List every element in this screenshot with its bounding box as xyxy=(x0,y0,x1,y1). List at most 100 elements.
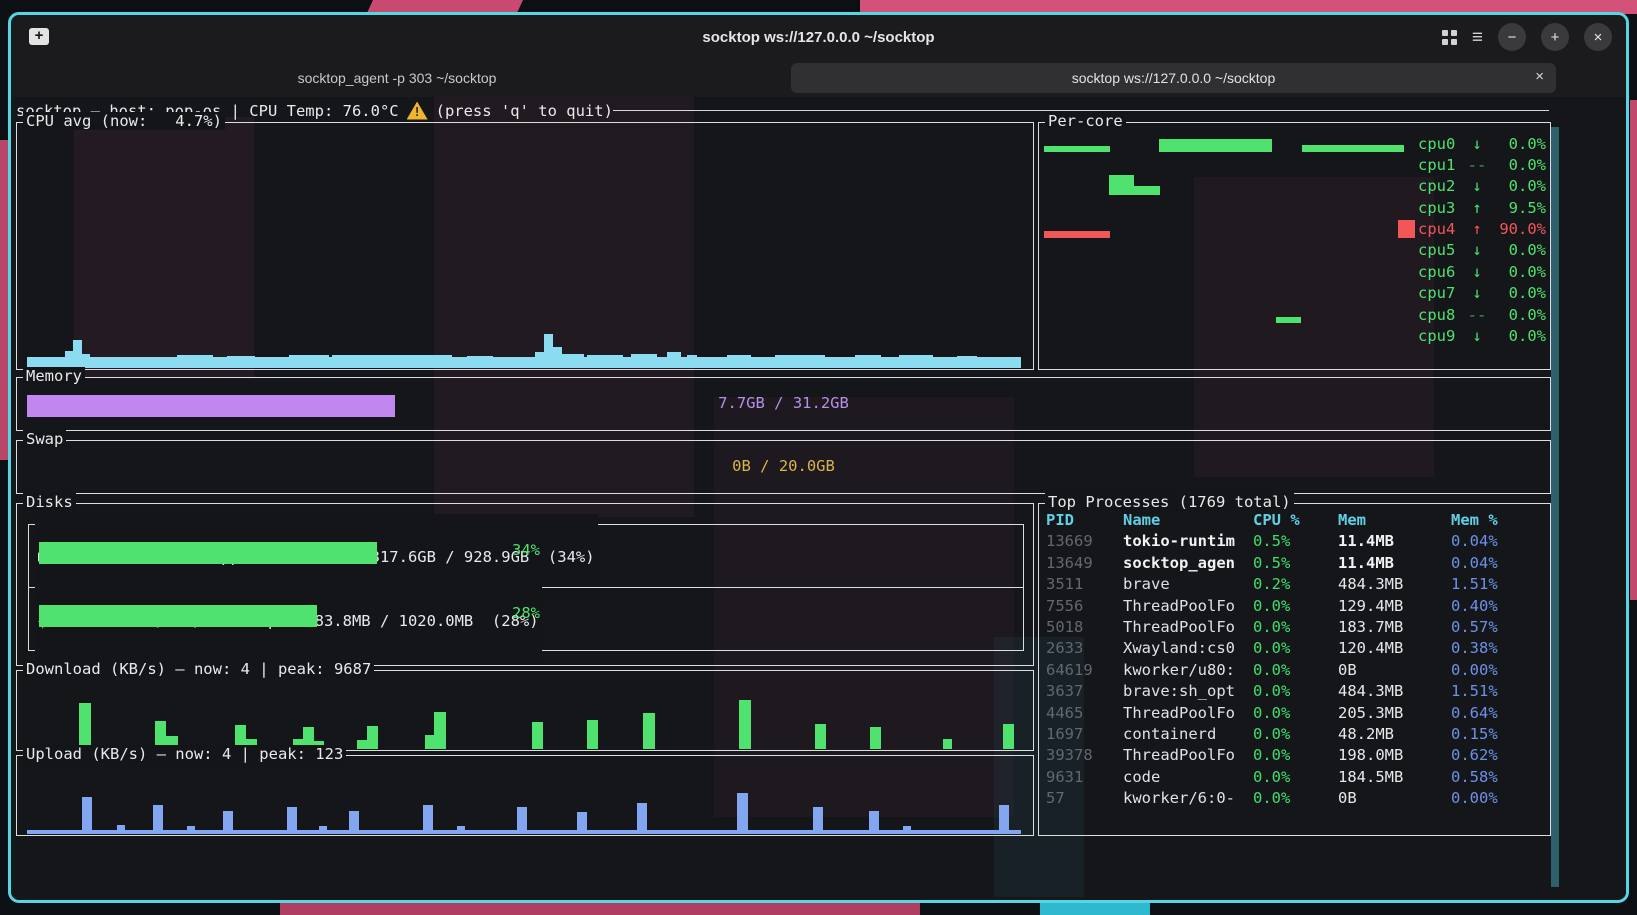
spark-bar xyxy=(587,720,598,749)
warning-icon: ! xyxy=(407,102,428,120)
spark-bar xyxy=(1134,186,1160,195)
spark-bar xyxy=(223,811,233,834)
core-name: cpu6 xyxy=(1418,263,1464,281)
core-trend-flat-icon: -- xyxy=(1464,306,1490,324)
spark-bar xyxy=(667,352,681,368)
tab-overview-icon[interactable] xyxy=(1442,30,1457,45)
core-percent: 0.0% xyxy=(1490,263,1546,281)
cell-mem: 484.3MB xyxy=(1338,574,1451,595)
process-row: 1697containerd0.0%48.2MB0.15% xyxy=(1046,724,1546,745)
cell-mem: 484.3MB xyxy=(1338,681,1451,702)
process-row: 39378ThreadPoolFo0.0%198.0MB0.62% xyxy=(1046,745,1546,766)
spark-bar xyxy=(727,355,751,368)
tab-socktop[interactable]: socktop ws://127.0.0.0 ~/socktop × xyxy=(791,63,1556,93)
core-sparkline xyxy=(1044,283,1404,304)
core-sparkline xyxy=(1044,133,1404,154)
per-core-rows: cpu0↓0.0%cpu1--0.0%cpu2↓0.0%cpu3↑9.5%cpu… xyxy=(1039,133,1550,347)
core-row: cpu5↓0.0% xyxy=(1039,240,1550,261)
cell-memp: 0.04% xyxy=(1451,531,1546,552)
spark-bar xyxy=(434,712,446,749)
cell-cpu: 0.0% xyxy=(1253,596,1338,617)
cell-pid: 64619 xyxy=(1046,660,1123,681)
download-panel: Download (KB/s) — now: 4 | peak: 9687 xyxy=(16,670,1034,751)
spark-bar xyxy=(187,826,195,834)
core-trend-down-icon: ↓ xyxy=(1464,284,1490,302)
core-trend-down-icon: ↓ xyxy=(1464,177,1490,195)
cell-name: ThreadPoolFo xyxy=(1123,745,1253,766)
disks-title: Disks xyxy=(23,493,76,511)
maximize-button[interactable]: + xyxy=(1541,23,1569,51)
terminal-screen[interactable]: socktop — host: pop-os | CPU Temp: 76.0°… xyxy=(14,97,1629,897)
tab-socktop-agent[interactable]: socktop_agent -p 303 ~/socktop xyxy=(11,59,783,97)
spark-bar xyxy=(425,735,434,749)
cell-name: tokio-runtim xyxy=(1123,531,1253,552)
core-name: cpu0 xyxy=(1418,135,1464,153)
cell-memp: 0.15% xyxy=(1451,724,1546,745)
core-percent: 0.0% xyxy=(1490,327,1546,345)
swap-gauge-label: 0B / 20.0GB xyxy=(17,457,1550,475)
cell-cpu: 0.0% xyxy=(1253,745,1338,766)
core-name: cpu7 xyxy=(1418,284,1464,302)
upload-sparkline xyxy=(27,768,1023,834)
spark-bar xyxy=(423,805,433,834)
disk-nvme-gauge-label: 28% xyxy=(29,604,1023,622)
cell-cpu: 0.0% xyxy=(1253,660,1338,681)
col-mem: Mem xyxy=(1338,510,1451,531)
cell-memp: 0.04% xyxy=(1451,553,1546,574)
spark-bar xyxy=(643,713,655,749)
spark-bar xyxy=(587,355,623,368)
upload-title: Upload (KB/s) — now: 4 | peak: 123 xyxy=(23,745,346,763)
core-label: cpu1--0.0% xyxy=(1398,154,1546,175)
tab-label: socktop ws://127.0.0.0 ~/socktop xyxy=(1072,70,1276,86)
core-sparkline xyxy=(1044,261,1404,282)
core-label: cpu0↓0.0% xyxy=(1398,133,1546,154)
minimize-button[interactable]: − xyxy=(1498,23,1526,51)
spark-bar xyxy=(737,793,748,834)
spark-bar xyxy=(532,722,543,749)
spark-bar xyxy=(367,726,378,749)
spark-bar xyxy=(1044,146,1110,152)
spark-bar xyxy=(287,807,297,834)
core-name: cpu1 xyxy=(1418,156,1464,174)
core-name: cpu2 xyxy=(1418,177,1464,195)
core-trend-down-icon: ↓ xyxy=(1464,263,1490,281)
spark-bar xyxy=(815,724,826,749)
core-trend-down-icon: ↓ xyxy=(1464,327,1490,345)
swap-panel: Swap 0B / 20.0GB xyxy=(16,440,1551,494)
cell-cpu: 0.0% xyxy=(1253,703,1338,724)
spark-bar xyxy=(637,803,647,834)
cell-cpu: 0.2% xyxy=(1253,574,1338,595)
core-label: cpu9↓0.0% xyxy=(1398,326,1546,347)
process-rows: 13669tokio-runtim0.5%11.4MB0.04%13649soc… xyxy=(1046,531,1546,809)
cell-pid: 13649 xyxy=(1046,553,1123,574)
spark-bar xyxy=(553,347,562,368)
cpu-avg-sparkline xyxy=(27,135,1023,368)
spark-bar xyxy=(1109,175,1134,195)
download-title: Download (KB/s) — now: 4 | peak: 9687 xyxy=(23,660,374,678)
cell-mem: 0B xyxy=(1338,660,1451,681)
processes-panel: Top Processes (1769 total) PID Name CPU … xyxy=(1038,503,1551,836)
memory-panel: Memory 7.7GB / 31.2GB xyxy=(16,377,1551,431)
cell-name: Xwayland:cs0 xyxy=(1123,638,1253,659)
tab-close-icon[interactable]: × xyxy=(1535,68,1544,85)
spark-bar xyxy=(117,825,125,834)
core-sparkline xyxy=(1044,219,1404,240)
spark-bar xyxy=(1276,317,1301,323)
cell-memp: 0.40% xyxy=(1451,596,1546,617)
download-sparkline xyxy=(27,683,1023,749)
header-rule xyxy=(613,110,1549,111)
cell-pid: 3637 xyxy=(1046,681,1123,702)
core-label: cpu4↑90.0% xyxy=(1398,219,1546,240)
menu-icon[interactable]: ≡ xyxy=(1472,28,1483,47)
cell-cpu: 0.5% xyxy=(1253,553,1338,574)
spark-bar xyxy=(943,739,952,749)
core-trend-up-icon: ↑ xyxy=(1464,220,1490,238)
cell-pid: 7556 xyxy=(1046,596,1123,617)
cell-pid: 2633 xyxy=(1046,638,1123,659)
app-header: socktop — host: pop-os | CPU Temp: 76.0°… xyxy=(16,100,1549,121)
spark-bar xyxy=(82,797,92,834)
close-button[interactable]: × xyxy=(1584,23,1612,51)
cell-cpu: 0.0% xyxy=(1253,724,1338,745)
cell-memp: 0.00% xyxy=(1451,660,1546,681)
cell-memp: 0.62% xyxy=(1451,745,1546,766)
